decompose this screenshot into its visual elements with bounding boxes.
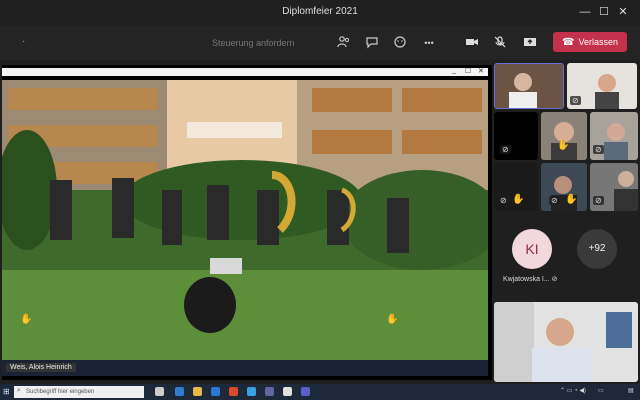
self-view-tile[interactable]: [494, 302, 638, 382]
raised-hand-icon: ✋: [512, 194, 525, 205]
participant-tile[interactable]: ✋: [541, 112, 587, 160]
mic-off-icon: ⊘: [593, 196, 604, 205]
participant-tile[interactable]: ⊘: [494, 112, 538, 160]
title-bar: Diplomfeier 2021 — ☐ ✕: [0, 0, 640, 26]
outlook-icon[interactable]: [247, 387, 256, 396]
office-icon[interactable]: [229, 387, 238, 396]
participant-tile[interactable]: ⊘ ✋: [494, 163, 538, 211]
search-icon: ⌕: [17, 387, 21, 394]
reactions-icon[interactable]: [392, 35, 408, 51]
shared-maximize-icon: ☐: [465, 68, 472, 75]
mail-icon[interactable]: [211, 387, 220, 396]
meeting-toolbar: · Steuerung anfordern •••: [0, 26, 640, 60]
participant-name: Kwjatowska I... ⊘: [503, 275, 558, 283]
phone-icon: ☎: [562, 37, 575, 48]
more-icon[interactable]: •••: [421, 35, 437, 51]
minimize-button[interactable]: —: [576, 4, 594, 20]
mic-off-icon: ⊘: [593, 145, 604, 154]
people-icon[interactable]: [336, 35, 352, 51]
share-icon[interactable]: [522, 35, 538, 51]
mic-off-icon: ⊘: [549, 196, 560, 205]
shared-close-icon: ✕: [478, 68, 484, 75]
participant-tile[interactable]: ⊘: [590, 163, 638, 211]
shared-minimize-icon: _: [452, 67, 456, 74]
folder-icon[interactable]: [193, 387, 202, 396]
more-participants-button[interactable]: +92: [577, 229, 617, 269]
raised-hand-icon: ✋: [557, 140, 570, 151]
mic-off-icon: ⊘: [570, 96, 581, 105]
raised-hand-icon: ✋: [565, 194, 578, 205]
task-view-icon[interactable]: [155, 387, 164, 396]
camera-icon[interactable]: [464, 35, 480, 51]
close-window-button[interactable]: ✕: [614, 4, 632, 20]
mic-off-icon[interactable]: [492, 35, 508, 51]
band-video: [2, 80, 488, 360]
teams-icon[interactable]: [265, 387, 274, 396]
participant-tile[interactable]: ⊘: [567, 63, 637, 109]
edge-icon[interactable]: [175, 387, 184, 396]
participant-tile[interactable]: ⊘ ✋: [541, 163, 587, 211]
shared-window-titlebar: _ ☐ ✕: [2, 67, 488, 76]
teams-icon[interactable]: [301, 387, 310, 396]
leave-label: Verlassen: [578, 37, 618, 47]
window-title: Diplomfeier 2021: [282, 6, 358, 17]
tray-icons: ⌃ ▭ ◔ ◀): [560, 388, 586, 394]
leave-button[interactable]: ☎ Verlassen: [553, 32, 627, 52]
chrome-icon[interactable]: [283, 387, 292, 396]
mic-off-icon: ⊘: [498, 196, 509, 205]
avatar[interactable]: KI: [512, 229, 552, 269]
participant-tile[interactable]: ⊘: [590, 112, 638, 160]
presenter-name-tag: Weis, Alois Heinrich: [6, 363, 76, 372]
chat-icon[interactable]: [364, 35, 380, 51]
participant-tile[interactable]: [494, 63, 564, 109]
raised-hand-icon: ✋: [20, 314, 33, 325]
clock[interactable]: ▭: [598, 387, 604, 394]
mic-off-icon: ⊘: [500, 145, 511, 154]
request-control-button[interactable]: Steuerung anfordern: [212, 38, 295, 48]
participant-name-text: Kwjatowska I...: [503, 276, 550, 283]
mic-off-icon: ⊘: [551, 276, 558, 283]
windows-start-icon[interactable]: ⊞: [3, 387, 10, 396]
toolbar-dash: ·: [22, 36, 26, 47]
maximize-button[interactable]: ☐: [595, 4, 613, 20]
taskbar-search-input[interactable]: Suchbegriff hier eingeben: [14, 386, 144, 398]
notification-icon[interactable]: ▤: [628, 387, 634, 394]
raised-hand-icon: ✋: [386, 314, 399, 325]
